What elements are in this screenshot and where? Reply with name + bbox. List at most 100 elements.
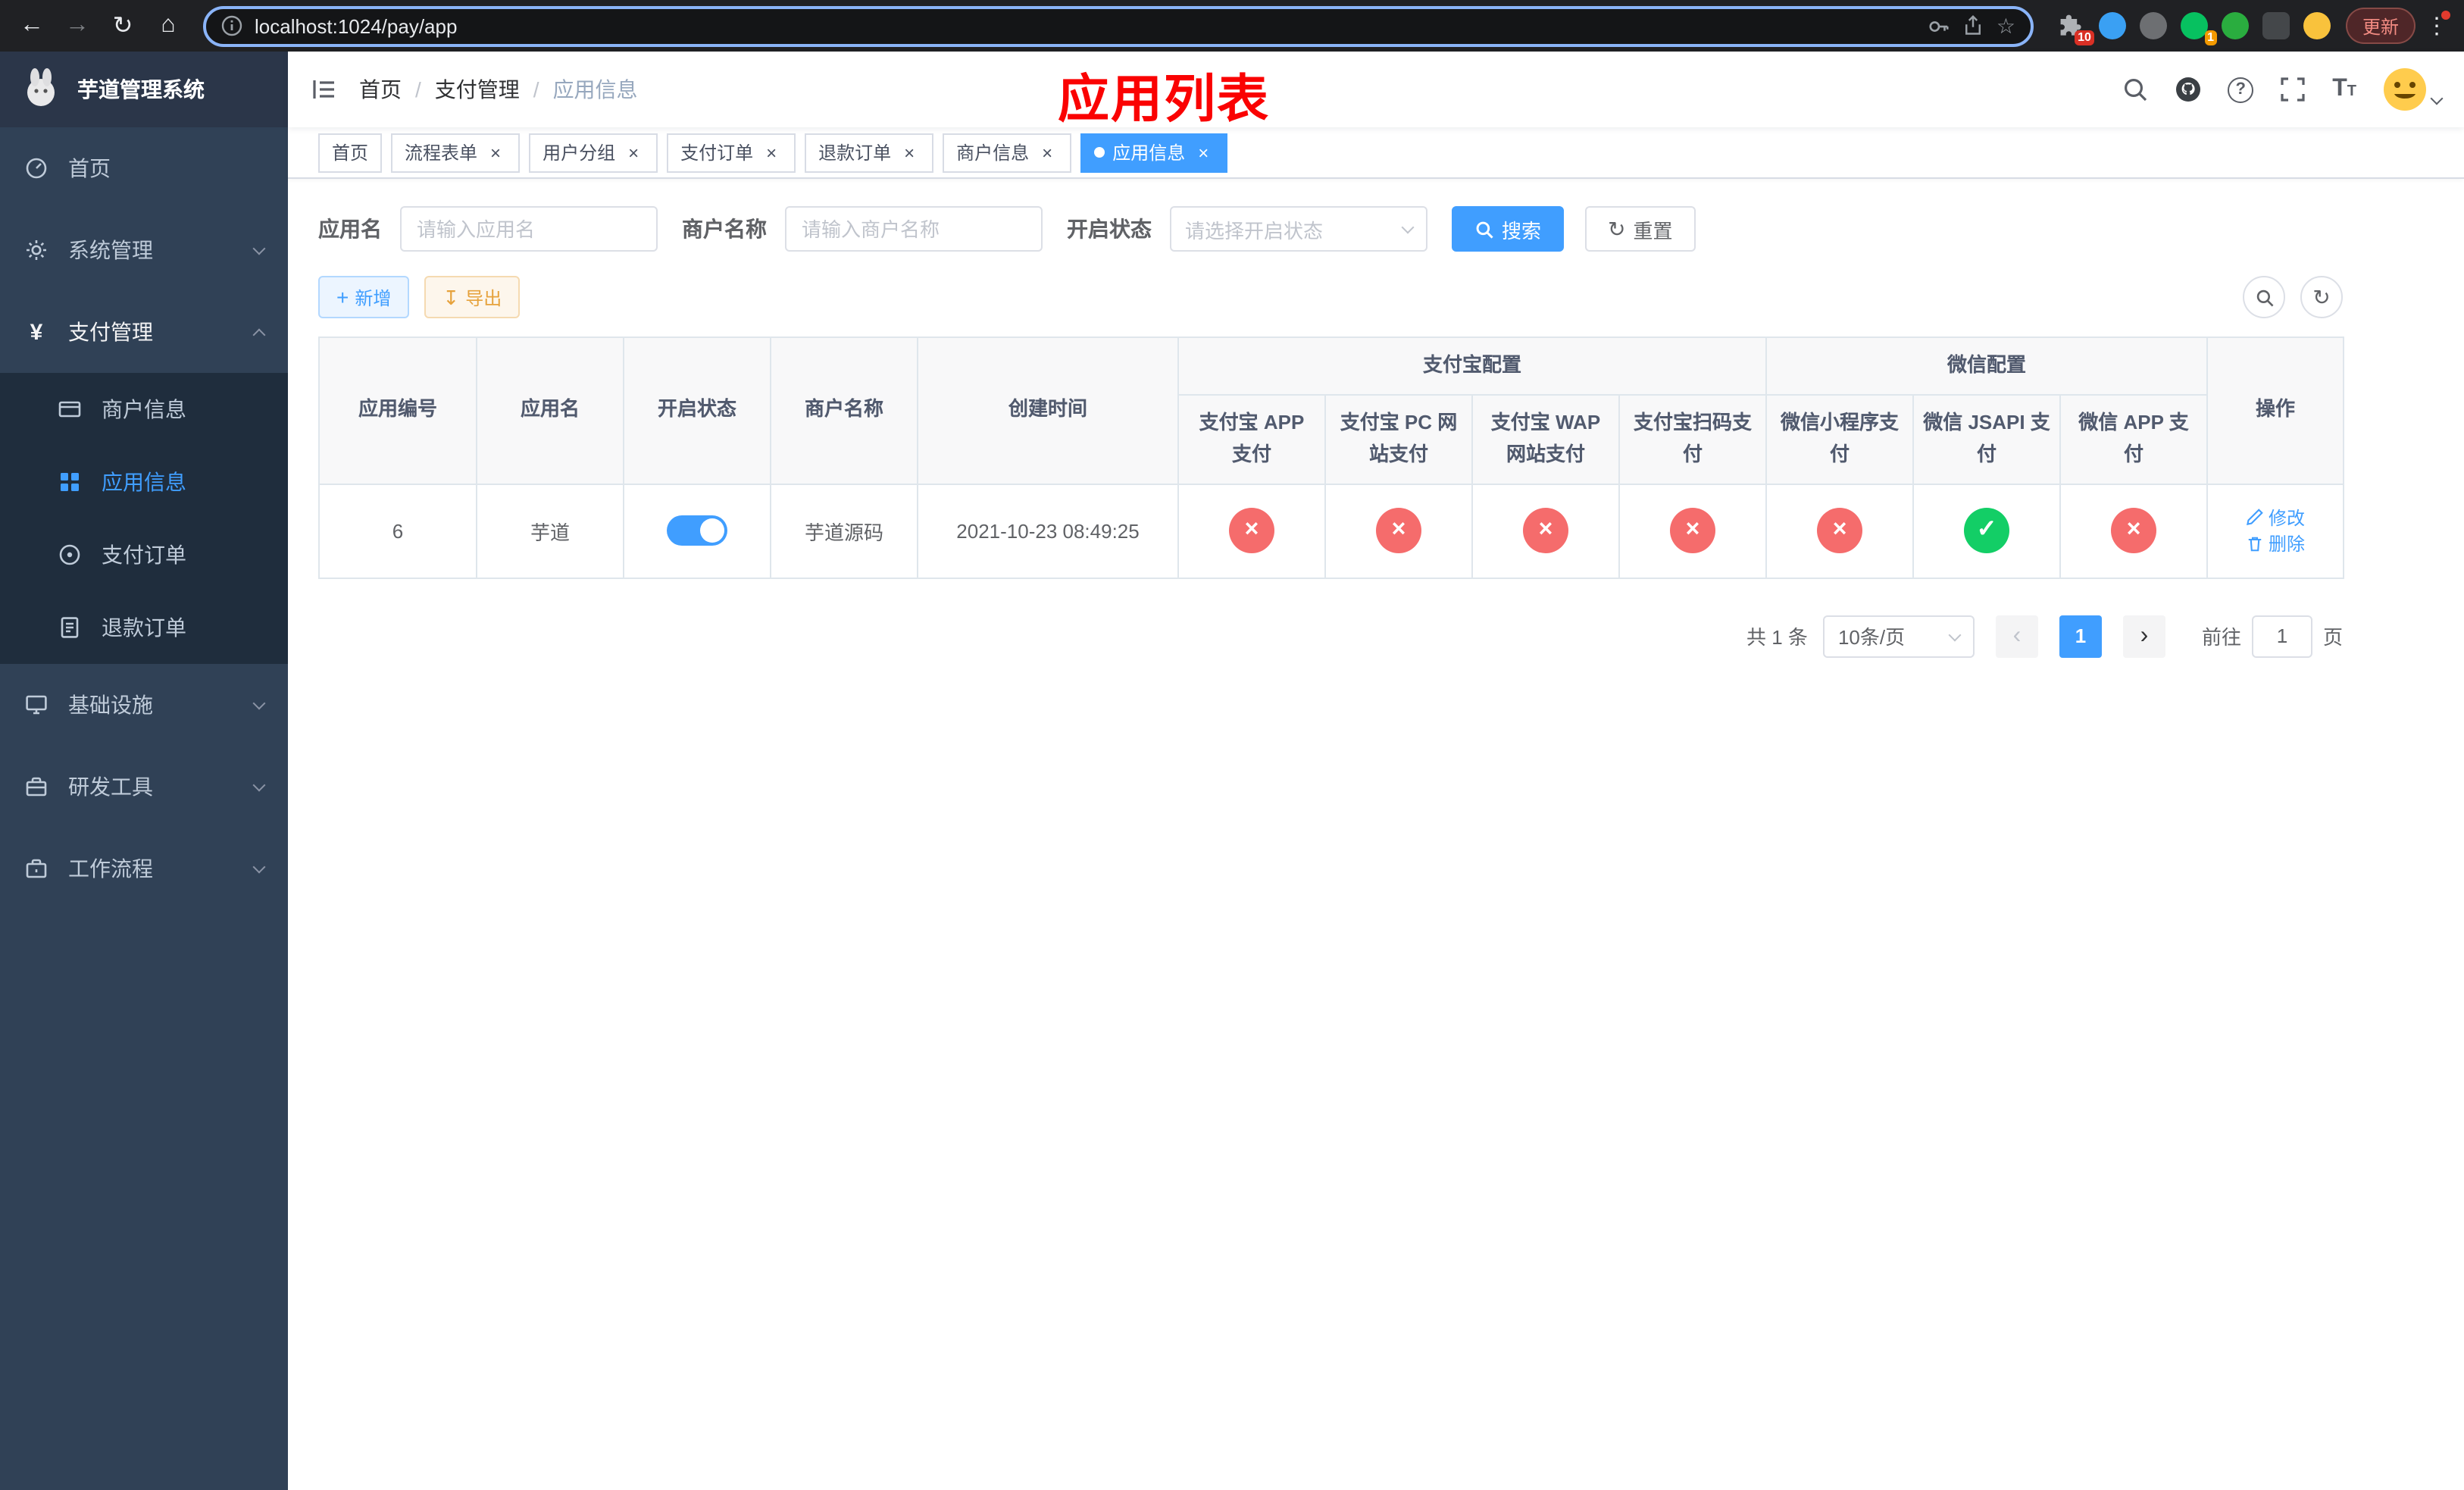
extension-wechat-icon[interactable]: 1 bbox=[2180, 12, 2217, 45]
cell-status bbox=[623, 483, 771, 579]
tag-user-group[interactable]: 用户分组 × bbox=[529, 133, 658, 172]
delete-link[interactable]: 删除 bbox=[2246, 531, 2305, 556]
tag-flow-form[interactable]: 流程表单 × bbox=[391, 133, 521, 172]
tag-home[interactable]: 首页 bbox=[318, 133, 383, 172]
app-title: 芋道管理系统 bbox=[77, 77, 205, 102]
url-text[interactable]: localhost:1024/pay/app bbox=[255, 14, 1916, 37]
sidebar-item-pay-orders[interactable]: 支付订单 bbox=[0, 518, 288, 591]
close-icon[interactable]: × bbox=[761, 142, 782, 163]
col-created: 创建时间 bbox=[917, 337, 1179, 485]
breadcrumb-home[interactable]: 首页 bbox=[359, 74, 402, 105]
sidebar-item-refund-orders[interactable]: 退款订单 bbox=[0, 591, 288, 664]
prev-page-button[interactable]: ‹ bbox=[1995, 615, 2038, 658]
tag-merchant-info[interactable]: 商户信息 × bbox=[943, 133, 1072, 172]
chevron-up-icon bbox=[252, 328, 266, 342]
tag-pay-orders[interactable]: 支付订单 × bbox=[667, 133, 796, 172]
sidebar-item-label: 研发工具 bbox=[68, 775, 153, 799]
page-header: 首页 / 支付管理 / 应用信息 应用列表 ? TT bbox=[288, 52, 2464, 129]
forward-icon[interactable]: → bbox=[58, 6, 97, 45]
extension-icon-2[interactable] bbox=[2139, 12, 2167, 39]
status-select[interactable]: 请选择开启状态 bbox=[1170, 206, 1427, 252]
close-icon[interactable]: × bbox=[1193, 142, 1214, 163]
export-button[interactable]: ↧ 导出 bbox=[424, 276, 521, 318]
help-icon[interactable]: ? bbox=[2228, 77, 2254, 102]
tag-app-info[interactable]: 应用信息 × bbox=[1080, 133, 1228, 172]
sidebar-item-system[interactable]: 系统管理 bbox=[0, 209, 288, 291]
chevron-down-icon bbox=[1948, 628, 1962, 641]
toggle-search-button[interactable] bbox=[2243, 276, 2285, 318]
site-info-icon[interactable] bbox=[221, 15, 242, 36]
extension-emoji-icon[interactable] bbox=[2303, 12, 2331, 39]
sidebar-item-label: 应用信息 bbox=[102, 470, 186, 494]
reset-button[interactable]: ↻ 重置 bbox=[1585, 206, 1696, 252]
cell-created: 2021-10-23 08:49:25 bbox=[917, 483, 1179, 579]
edit-link[interactable]: 修改 bbox=[2246, 504, 2305, 530]
col-wechat-mini: 微信小程序支付 bbox=[1765, 394, 1915, 485]
tag-label: 用户分组 bbox=[543, 142, 616, 164]
add-button[interactable]: + 新增 bbox=[318, 276, 410, 318]
extension-icon-4[interactable] bbox=[2262, 12, 2290, 39]
col-wechat-app: 微信 APP 支付 bbox=[2059, 394, 2209, 485]
browser-toolbar: ← → ↻ ⌂ localhost:1024/pay/app ☆ 10 1 更新… bbox=[0, 0, 2464, 52]
tag-refund-orders[interactable]: 退款订单 × bbox=[805, 133, 934, 172]
cell-app-name: 芋道 bbox=[476, 483, 624, 579]
col-alipay-app: 支付宝 APP 支付 bbox=[1177, 394, 1326, 485]
user-avatar[interactable] bbox=[2382, 67, 2444, 112]
merchant-name-input[interactable] bbox=[785, 206, 1043, 252]
sidebar-toggle-icon[interactable] bbox=[311, 76, 338, 103]
chevron-down-icon bbox=[252, 778, 266, 791]
extensions-puzzle-icon[interactable]: 10 bbox=[2058, 12, 2094, 45]
sidebar-logo[interactable]: 芋道管理系统 bbox=[0, 52, 288, 127]
breadcrumb-separator: / bbox=[415, 77, 421, 102]
font-size-icon[interactable]: TT bbox=[2332, 77, 2356, 102]
password-key-icon[interactable] bbox=[1928, 14, 1951, 37]
close-icon[interactable]: × bbox=[623, 142, 644, 163]
page-number-1[interactable]: 1 bbox=[2059, 615, 2102, 658]
sidebar-item-merchant-info[interactable]: 商户信息 bbox=[0, 373, 288, 446]
extension-icon-1[interactable] bbox=[2098, 12, 2126, 39]
sidebar-item-home[interactable]: 首页 bbox=[0, 127, 288, 209]
fullscreen-icon[interactable] bbox=[2279, 76, 2306, 103]
sidebar-item-label: 首页 bbox=[68, 156, 111, 180]
close-icon[interactable]: × bbox=[899, 142, 920, 163]
close-icon[interactable]: × bbox=[485, 142, 506, 163]
github-icon[interactable] bbox=[2175, 76, 2202, 103]
next-page-button[interactable]: › bbox=[2122, 615, 2165, 658]
home-icon[interactable]: ⌂ bbox=[149, 6, 188, 45]
search-button[interactable]: 搜索 bbox=[1452, 206, 1565, 252]
browser-menu-icon[interactable]: ⋮ bbox=[2422, 11, 2452, 39]
col-wechat-jsapi: 微信 JSAPI 支付 bbox=[1912, 394, 2062, 485]
export-button-label: 导出 bbox=[465, 287, 502, 308]
search-icon[interactable] bbox=[2122, 76, 2149, 103]
total-count: 共 1 条 bbox=[1746, 626, 1808, 650]
sidebar-item-dev-tools[interactable]: 研发工具 bbox=[0, 746, 288, 828]
refresh-icon: ↻ bbox=[1608, 217, 1626, 241]
share-icon[interactable] bbox=[1963, 15, 1984, 36]
sidebar-item-payment[interactable]: ¥ 支付管理 bbox=[0, 291, 288, 373]
sidebar-item-workflow[interactable]: 工作流程 bbox=[0, 828, 288, 909]
tag-label: 商户信息 bbox=[956, 142, 1030, 164]
bookmark-star-icon[interactable]: ☆ bbox=[1997, 13, 2015, 39]
status-toggle[interactable] bbox=[667, 515, 727, 546]
page-size-select[interactable]: 10条/页 bbox=[1822, 615, 1975, 658]
circle-order-icon bbox=[58, 543, 82, 567]
app-name-input[interactable] bbox=[400, 206, 658, 252]
goto-label: 前往 bbox=[2201, 626, 2241, 650]
sidebar: 芋道管理系统 首页 系统管理 ¥ 支付管理 商户信息 应用信息 支付订单 退款订… bbox=[0, 52, 288, 1490]
reload-icon[interactable]: ↻ bbox=[103, 6, 142, 45]
table-row: 6 芋道 芋道源码 2021-10-23 08:49:25 × × × × × … bbox=[318, 483, 2345, 579]
breadcrumb-payment[interactable]: 支付管理 bbox=[435, 74, 520, 105]
col-group-wechat: 微信配置 bbox=[1765, 337, 2209, 396]
extension-icon-3[interactable] bbox=[2221, 12, 2249, 39]
close-icon[interactable]: × bbox=[1037, 142, 1058, 163]
cell-actions: 修改 删除 bbox=[2206, 483, 2345, 579]
back-icon[interactable]: ← bbox=[12, 6, 52, 45]
goto-page-input[interactable] bbox=[2251, 615, 2312, 658]
address-bar[interactable]: localhost:1024/pay/app ☆ bbox=[203, 5, 2034, 46]
search-icon bbox=[1476, 221, 1493, 238]
browser-update-button[interactable]: 更新 bbox=[2345, 8, 2416, 44]
col-alipay-qr: 支付宝扫码支付 bbox=[1618, 394, 1768, 485]
sidebar-item-infrastructure[interactable]: 基础设施 bbox=[0, 664, 288, 746]
refresh-table-button[interactable]: ↻ bbox=[2300, 276, 2343, 318]
sidebar-item-app-info[interactable]: 应用信息 bbox=[0, 446, 288, 518]
